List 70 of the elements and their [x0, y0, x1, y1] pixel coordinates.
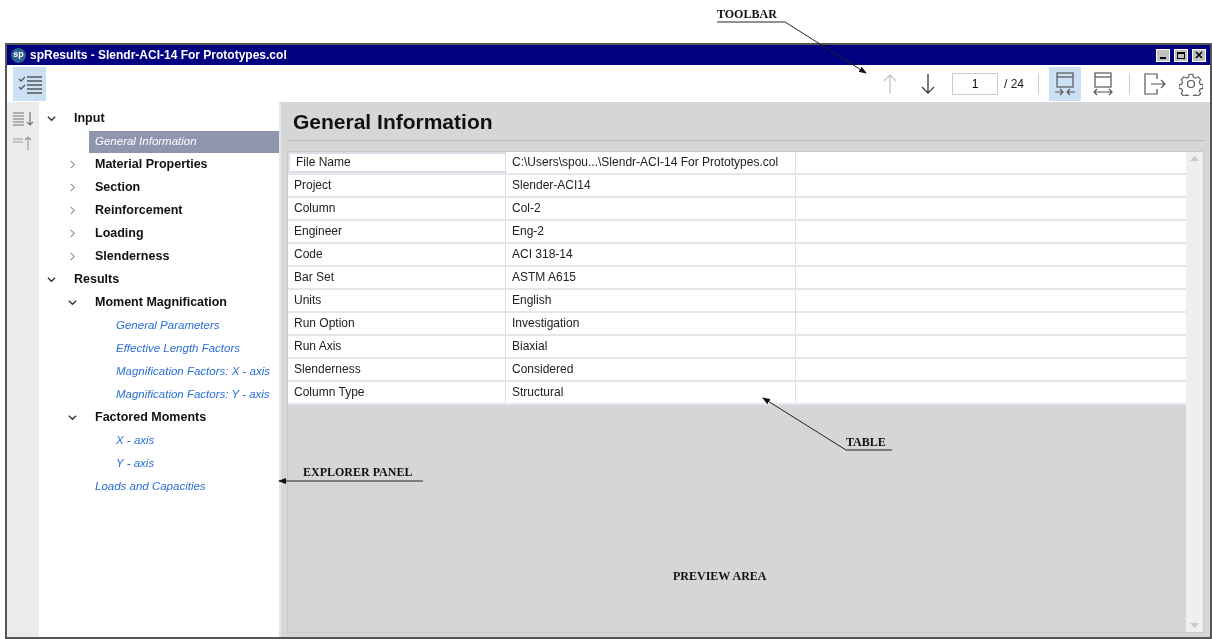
table-cell: Project [288, 174, 506, 196]
export-icon [1143, 72, 1167, 95]
chevron-right-icon[interactable] [68, 160, 77, 169]
table-cell: Column Type [288, 381, 506, 403]
close-button[interactable] [1192, 48, 1206, 62]
table-cell: Eng-2 [506, 220, 796, 242]
tree-item[interactable]: Reinforcement [89, 199, 189, 222]
window-arrows-out-icon [1092, 71, 1114, 96]
table-cell: Slenderness [288, 358, 506, 380]
tree-item[interactable]: Loading [89, 222, 150, 245]
tree-item[interactable]: Effective Length Factors [110, 337, 246, 360]
tree-item[interactable]: Results [68, 268, 126, 291]
callout-label: PREVIEW AREA [673, 568, 767, 585]
chevron-down-icon[interactable] [47, 114, 56, 123]
lines-arrow-down-icon [12, 111, 34, 127]
explorer-toggle-button[interactable] [13, 66, 46, 101]
table-cell: Slender-ACI14 [506, 174, 796, 196]
tree-item[interactable]: Material Properties [89, 153, 214, 176]
table-cell: File Name [288, 151, 506, 173]
close-icon [1195, 51, 1203, 59]
maximize-button[interactable] [1174, 48, 1188, 62]
window-arrows-in-icon [1054, 71, 1076, 96]
lines-arrow-up-icon [12, 135, 34, 151]
table-cell: ACI 318-14 [506, 243, 796, 265]
table-cell: Col-2 [506, 197, 796, 219]
table-cell: Considered [506, 358, 796, 380]
table-cell: C:\Users\spou...\Slendr-ACI-14 For Prototypes.col [506, 151, 796, 173]
table-cell: Units [288, 289, 506, 311]
tree-item[interactable]: Section [89, 176, 147, 199]
callout-label: TOOLBAR [717, 8, 777, 20]
table-cell: Code [288, 243, 506, 265]
tree-item[interactable]: Slenderness [89, 245, 176, 268]
chevron-right-icon[interactable] [68, 252, 77, 261]
table-cell: Engineer [288, 220, 506, 242]
arrow-down-icon [920, 72, 936, 95]
chevron-down-icon[interactable] [68, 298, 77, 307]
page-input-field[interactable]: 1 [952, 72, 998, 95]
chevron-right-icon[interactable] [68, 206, 77, 215]
settings-icon [1179, 71, 1203, 96]
table-cell: Run Option [288, 312, 506, 334]
window-title: spResults - Slendr-ACI-14 For Prototypes.col [30, 47, 288, 64]
tree-item[interactable]: General Parameters [110, 314, 226, 337]
page-total: / 24 [1004, 75, 1024, 93]
chevron-right-icon[interactable] [68, 229, 77, 238]
arrow-up-icon [882, 72, 898, 95]
chevron-right-icon[interactable] [68, 183, 77, 192]
tree-item[interactable]: Factored Moments [89, 406, 213, 429]
table-cell: Structural [506, 381, 796, 403]
tree-item[interactable]: X - axis [110, 429, 161, 452]
tree-item[interactable]: Y - axis [110, 452, 161, 475]
page-heading: General Information [292, 109, 494, 135]
table-cell: Biaxial [506, 335, 796, 357]
table-cell: ASTM A615 [506, 266, 796, 288]
tree-item[interactable]: Magnification Factors: Y - axis [110, 383, 276, 406]
minimize-button[interactable] [1156, 48, 1170, 62]
table-cell: Column [288, 197, 506, 219]
app-logo-icon: sp [11, 47, 26, 63]
table-cell: Bar Set [288, 266, 506, 288]
chevron-down-icon[interactable] [68, 413, 77, 422]
collapse-view-button[interactable] [1049, 66, 1081, 101]
table-cell: English [506, 289, 796, 311]
table-cell: Investigation [506, 312, 796, 334]
tree-item[interactable]: Magnification Factors: X - axis [110, 360, 277, 383]
callout-label: TABLE [846, 436, 886, 448]
tree-item[interactable]: Moment Magnification [89, 291, 233, 314]
callout-label: EXPLORER PANEL [303, 466, 413, 478]
tree-item[interactable]: Loads and Capacities [89, 475, 212, 498]
chevron-down-icon[interactable] [47, 275, 56, 284]
tree-item[interactable]: Input [68, 107, 111, 130]
table-cell: Run Axis [288, 335, 506, 357]
